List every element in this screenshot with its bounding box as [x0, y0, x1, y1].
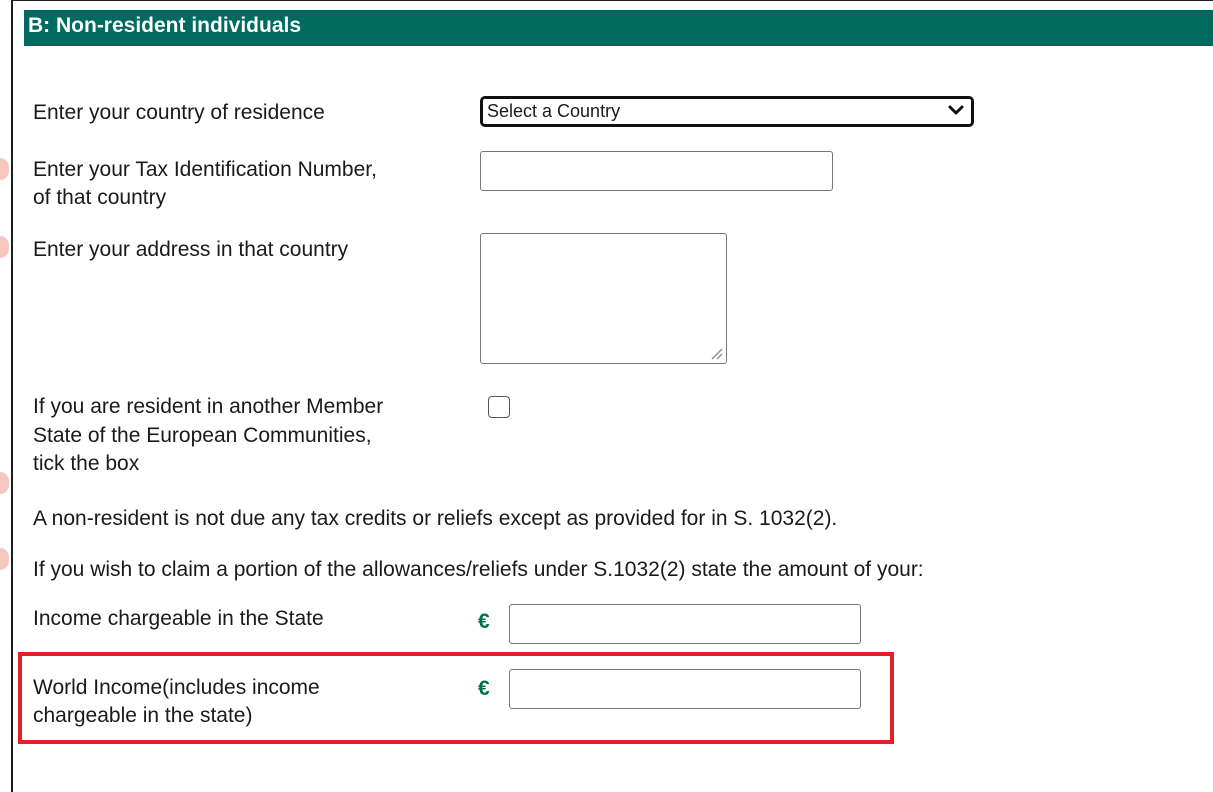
- tin-label-line2: of that country: [33, 186, 167, 209]
- address-textarea[interactable]: [480, 233, 727, 364]
- decorative-mark: [0, 548, 9, 570]
- decorative-mark: [0, 472, 9, 494]
- country-select[interactable]: Select a Country: [480, 96, 974, 127]
- income-state-input[interactable]: [509, 604, 861, 644]
- eu-resident-label-line2: State of the European Communities,: [33, 424, 372, 447]
- highlight-box: [18, 652, 894, 744]
- section-title: B: Non-resident individuals: [28, 14, 302, 37]
- claim-note: If you wish to claim a portion of the al…: [33, 558, 924, 581]
- non-resident-note: A non-resident is not due any tax credit…: [33, 507, 838, 530]
- address-label: Enter your address in that country: [33, 238, 349, 261]
- chevron-down-icon: [948, 105, 964, 115]
- country-select-value: Select a Country: [487, 101, 621, 121]
- decorative-mark: [0, 236, 9, 258]
- tin-label-line1: Enter your Tax Identification Number,: [33, 158, 377, 181]
- eu-resident-label-line1: If you are resident in another Member: [33, 395, 384, 418]
- euro-icon: €: [478, 610, 490, 633]
- tin-input[interactable]: [480, 151, 833, 191]
- section-header: B: Non-resident individuals: [24, 10, 1213, 46]
- decorative-mark: [0, 158, 9, 180]
- resize-grip-icon[interactable]: [709, 346, 723, 360]
- income-state-label: Income chargeable in the State: [33, 607, 324, 630]
- eu-resident-checkbox[interactable]: [488, 396, 510, 418]
- country-label: Enter your country of residence: [33, 101, 325, 124]
- eu-resident-label-line3: tick the box: [33, 452, 140, 475]
